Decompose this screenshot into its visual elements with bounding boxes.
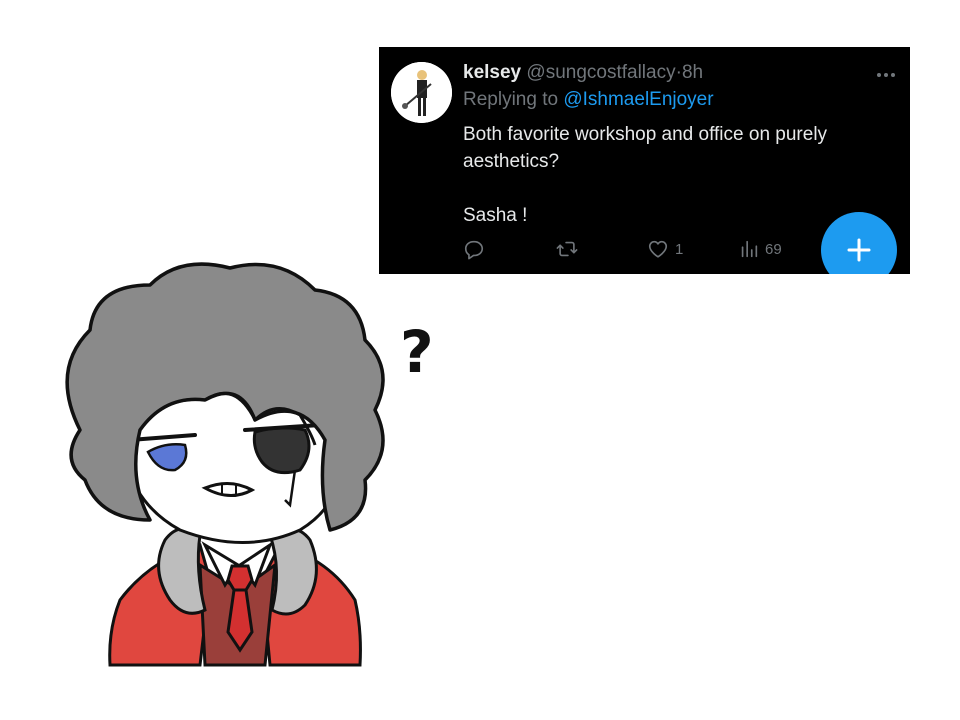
tie	[226, 564, 254, 653]
character-drawing: ?	[65, 262, 434, 667]
question-mark: ?	[400, 318, 434, 386]
